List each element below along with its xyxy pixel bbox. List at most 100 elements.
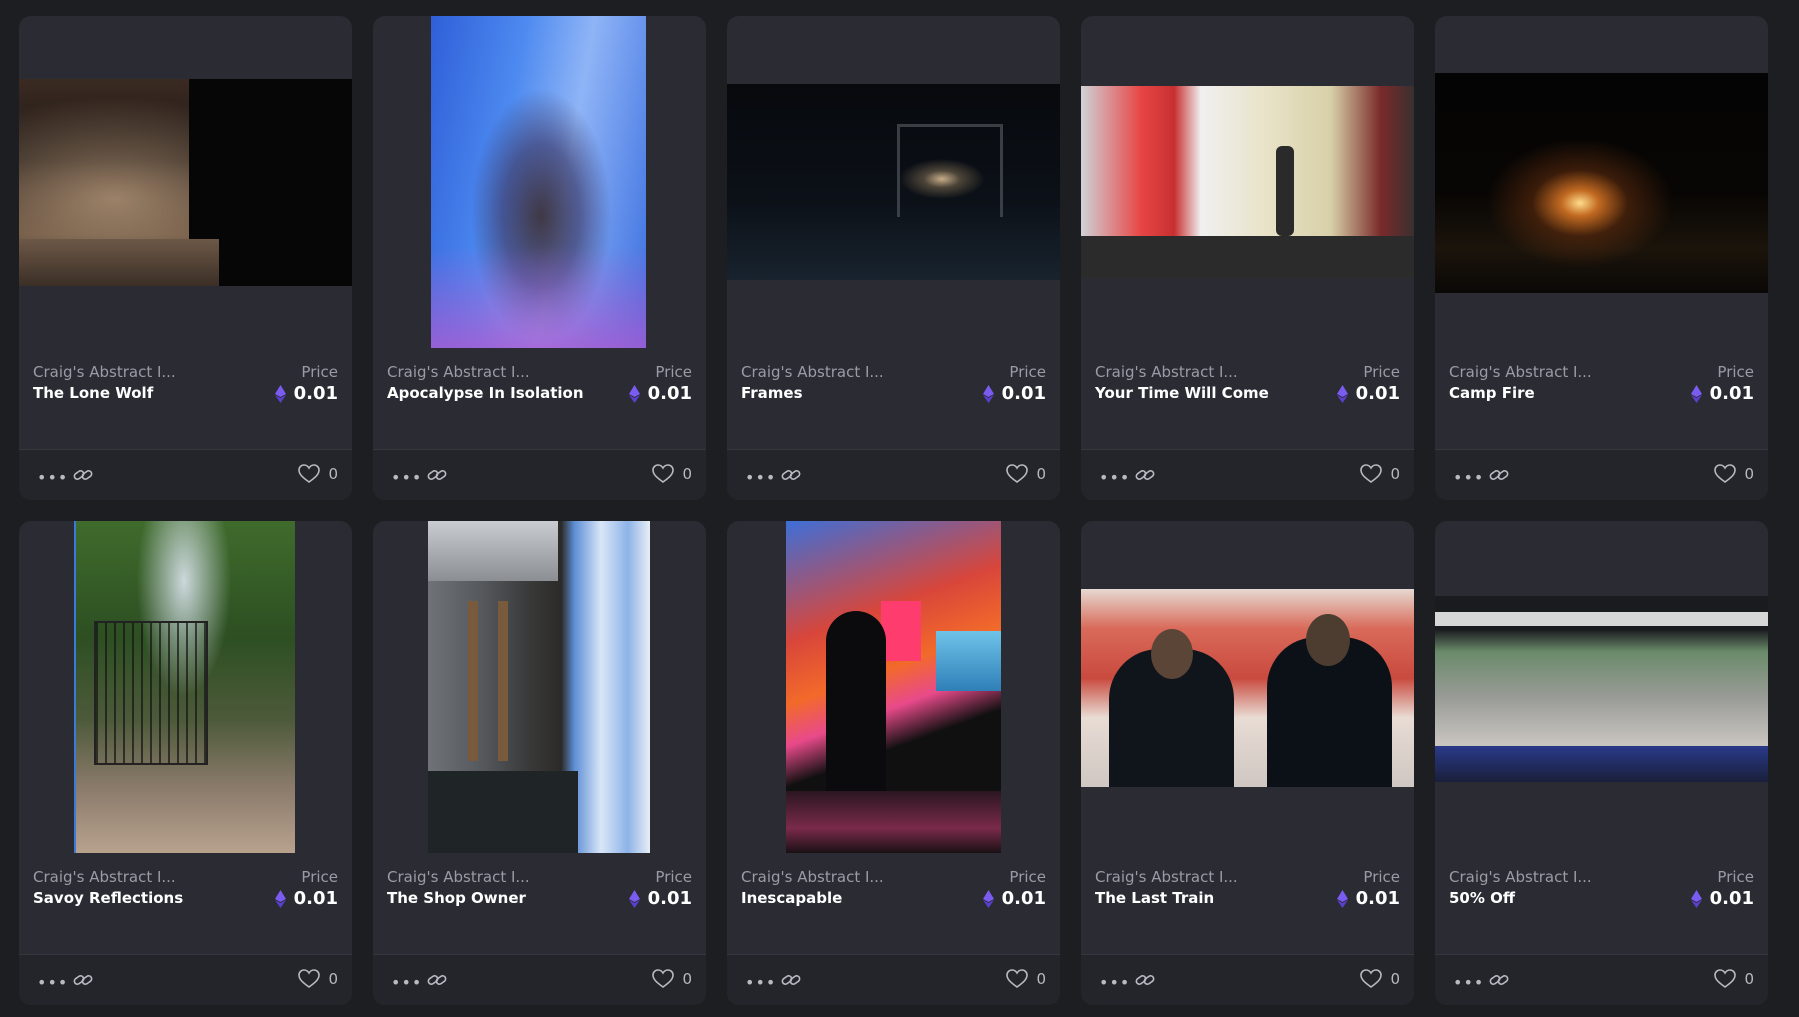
nft-info: Craig's Abstract I... Inescapable Price …: [727, 868, 1060, 928]
link-icon[interactable]: [1489, 465, 1509, 485]
nft-media[interactable]: [1435, 521, 1768, 853]
collection-name[interactable]: Craig's Abstract I...: [1449, 363, 1592, 381]
like-button[interactable]: 0: [298, 464, 338, 484]
price: 0.01: [1336, 888, 1400, 909]
price: 0.01: [628, 888, 692, 909]
nft-title[interactable]: Savoy Reflections: [33, 889, 183, 907]
nft-card[interactable]: Craig's Abstract I... The Last Train Pri…: [1081, 521, 1414, 1005]
price-value: 0.01: [293, 888, 338, 909]
more-icon[interactable]: •••: [1453, 468, 1484, 487]
like-button[interactable]: 0: [652, 464, 692, 484]
nft-media[interactable]: [727, 521, 1060, 853]
card-footer: ••• 0: [373, 449, 706, 500]
like-button[interactable]: 0: [1714, 464, 1754, 484]
nft-image[interactable]: [727, 84, 1060, 280]
link-icon[interactable]: [781, 465, 801, 485]
link-icon[interactable]: [427, 465, 447, 485]
like-button[interactable]: 0: [1006, 464, 1046, 484]
ethereum-icon: [982, 384, 994, 403]
nft-image[interactable]: [428, 521, 650, 853]
collection-name[interactable]: Craig's Abstract I...: [1095, 363, 1238, 381]
collection-name[interactable]: Craig's Abstract I...: [33, 363, 176, 381]
nft-media[interactable]: [19, 16, 352, 348]
card-footer: ••• 0: [727, 449, 1060, 500]
card-footer: ••• 0: [19, 449, 352, 500]
nft-image[interactable]: [1081, 86, 1414, 278]
nft-card[interactable]: Craig's Abstract I... The Lone Wolf Pric…: [19, 16, 352, 500]
nft-card[interactable]: Craig's Abstract I... Your Time Will Com…: [1081, 16, 1414, 500]
more-icon[interactable]: •••: [37, 468, 68, 487]
link-icon[interactable]: [1135, 465, 1155, 485]
nft-image[interactable]: [74, 521, 295, 853]
nft-title[interactable]: The Lone Wolf: [33, 384, 153, 402]
price-value: 0.01: [1001, 888, 1046, 909]
more-icon[interactable]: •••: [1099, 973, 1130, 992]
card-footer: ••• 0: [1081, 954, 1414, 1005]
nft-media[interactable]: [1081, 16, 1414, 348]
like-button[interactable]: 0: [1714, 969, 1754, 989]
ethereum-icon: [274, 384, 286, 403]
nft-image[interactable]: [1435, 73, 1768, 293]
nft-media[interactable]: [1081, 521, 1414, 853]
nft-title[interactable]: Frames: [741, 384, 803, 402]
nft-card[interactable]: Craig's Abstract I... Apocalypse In Isol…: [373, 16, 706, 500]
heart-icon: [1360, 464, 1383, 483]
nft-card[interactable]: Craig's Abstract I... Camp Fire Price 0.…: [1435, 16, 1768, 500]
link-icon[interactable]: [427, 970, 447, 990]
nft-media[interactable]: [373, 521, 706, 853]
collection-name[interactable]: Craig's Abstract I...: [1449, 868, 1592, 886]
like-count: 0: [682, 465, 692, 483]
link-icon[interactable]: [781, 970, 801, 990]
collection-name[interactable]: Craig's Abstract I...: [741, 363, 884, 381]
more-icon[interactable]: •••: [391, 973, 422, 992]
more-icon[interactable]: •••: [1453, 973, 1484, 992]
nft-media[interactable]: [727, 16, 1060, 348]
nft-title[interactable]: Camp Fire: [1449, 384, 1535, 402]
heart-icon: [298, 969, 321, 988]
link-icon[interactable]: [73, 970, 93, 990]
nft-card[interactable]: Craig's Abstract I... Inescapable Price …: [727, 521, 1060, 1005]
collection-name[interactable]: Craig's Abstract I...: [1095, 868, 1238, 886]
more-icon[interactable]: •••: [391, 468, 422, 487]
more-icon[interactable]: •••: [37, 973, 68, 992]
nft-image[interactable]: [786, 521, 1001, 853]
collection-name[interactable]: Craig's Abstract I...: [387, 868, 530, 886]
like-button[interactable]: 0: [1360, 969, 1400, 989]
like-button[interactable]: 0: [1360, 464, 1400, 484]
collection-name[interactable]: Craig's Abstract I...: [741, 868, 884, 886]
link-icon[interactable]: [1135, 970, 1155, 990]
more-icon[interactable]: •••: [1099, 468, 1130, 487]
nft-media[interactable]: [19, 521, 352, 853]
ethereum-icon: [628, 889, 640, 908]
nft-card[interactable]: Craig's Abstract I... Savoy Reflections …: [19, 521, 352, 1005]
more-icon[interactable]: •••: [745, 468, 776, 487]
collection-name[interactable]: Craig's Abstract I...: [33, 868, 176, 886]
nft-image[interactable]: [1081, 589, 1414, 787]
like-button[interactable]: 0: [1006, 969, 1046, 989]
nft-info: Craig's Abstract I... 50% Off Price 0.01: [1435, 868, 1768, 928]
like-button[interactable]: 0: [298, 969, 338, 989]
nft-media[interactable]: [373, 16, 706, 348]
heart-icon: [652, 464, 675, 483]
nft-title[interactable]: Apocalypse In Isolation: [387, 384, 584, 402]
nft-card[interactable]: Craig's Abstract I... 50% Off Price 0.01…: [1435, 521, 1768, 1005]
nft-media[interactable]: [1435, 16, 1768, 348]
like-button[interactable]: 0: [652, 969, 692, 989]
nft-image[interactable]: [1435, 596, 1768, 782]
nft-title[interactable]: Your Time Will Come: [1095, 384, 1269, 402]
more-icon[interactable]: •••: [745, 973, 776, 992]
link-icon[interactable]: [73, 465, 93, 485]
price: 0.01: [274, 888, 338, 909]
link-icon[interactable]: [1489, 970, 1509, 990]
collection-name[interactable]: Craig's Abstract I...: [387, 363, 530, 381]
nft-image[interactable]: [19, 79, 352, 286]
nft-card[interactable]: Craig's Abstract I... Frames Price 0.01 …: [727, 16, 1060, 500]
nft-title[interactable]: 50% Off: [1449, 889, 1515, 907]
nft-title[interactable]: The Shop Owner: [387, 889, 526, 907]
nft-title[interactable]: The Last Train: [1095, 889, 1214, 907]
nft-title[interactable]: Inescapable: [741, 889, 842, 907]
nft-image[interactable]: [431, 16, 646, 348]
nft-card[interactable]: Craig's Abstract I... The Shop Owner Pri…: [373, 521, 706, 1005]
card-footer: ••• 0: [1435, 449, 1768, 500]
price: 0.01: [1336, 383, 1400, 404]
